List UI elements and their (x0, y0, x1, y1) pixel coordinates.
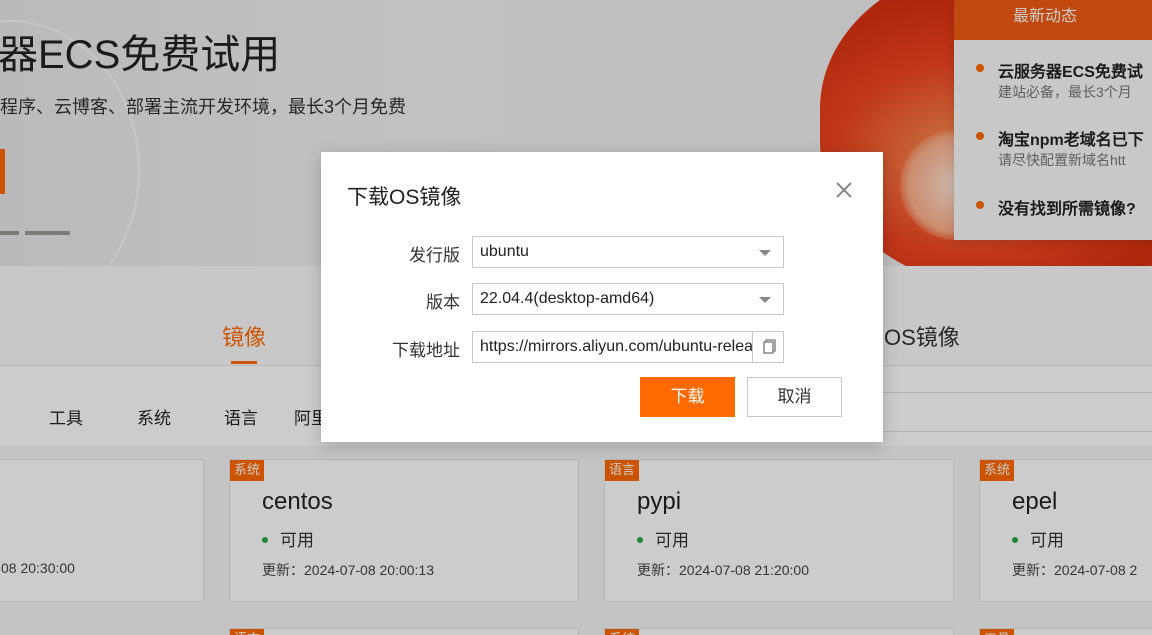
version-label: 版本 (426, 293, 460, 312)
download-os-image-dialog: 下载OS镜像 发行版 ubuntu 版本 22.04.4(desktop-amd… (321, 152, 883, 442)
dialog-title: 下载OS镜像 (347, 186, 462, 209)
download-url-field[interactable] (472, 331, 784, 363)
copy-icon (753, 339, 784, 366)
distro-label: 发行版 (409, 246, 460, 265)
copy-button[interactable] (752, 332, 783, 362)
chevron-down-icon (759, 250, 771, 256)
distro-select-value: ubuntu (480, 243, 529, 260)
distro-select[interactable]: ubuntu (472, 236, 784, 268)
close-icon[interactable] (833, 179, 855, 201)
version-select[interactable]: 22.04.4(desktop-amd64) (472, 283, 784, 315)
cancel-button[interactable]: 取消 (747, 377, 842, 417)
download-button[interactable]: 下载 (640, 377, 735, 417)
page: 器ECS免费试用 程序、云博客、部署主流开发环境，最长3个月免费 最新动态 云服… (0, 0, 1152, 635)
download-url-input[interactable] (473, 332, 753, 362)
version-select-value: 22.04.4(desktop-amd64) (480, 290, 655, 307)
chevron-down-icon (759, 297, 771, 303)
download-url-label: 下载地址 (392, 341, 460, 360)
